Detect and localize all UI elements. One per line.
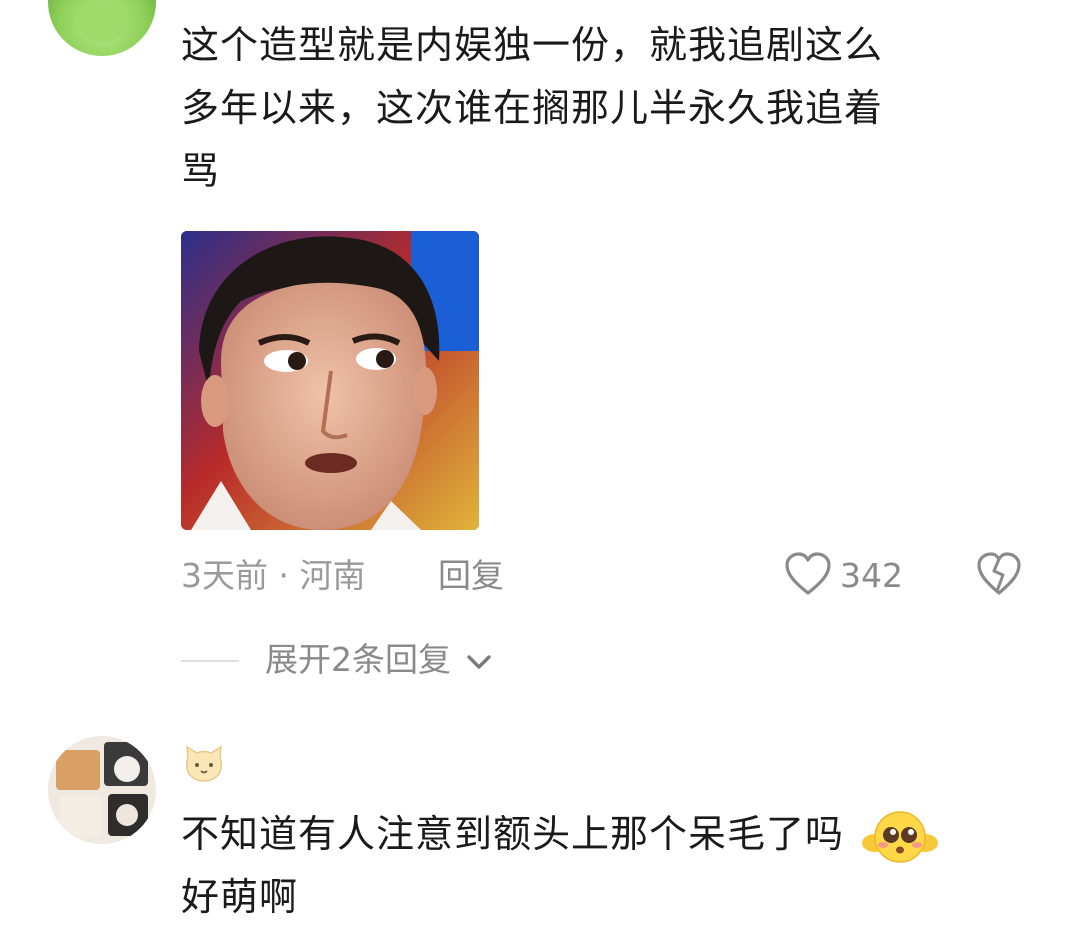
comment-line: 骂 — [181, 149, 221, 193]
comment-text: 不知道有人注意到额头上那个呆毛了吗 好萌啊 — [181, 803, 939, 929]
avatar[interactable] — [48, 736, 156, 844]
comment-text: 这个造型就是内娱独一份，就我追剧这么 多年以来，这次谁在搁那儿半永久我追着 骂 — [181, 14, 883, 203]
like-button[interactable] — [784, 551, 832, 597]
avatar-cat — [56, 750, 100, 790]
heart-icon — [785, 552, 831, 595]
comment-meta: 3天前 · 河南 — [181, 556, 366, 596]
avatar[interactable] — [48, 0, 156, 56]
comment-line: 多年以来，这次谁在搁那儿半永久我追着 — [181, 86, 884, 130]
meme-image[interactable] — [181, 231, 479, 530]
comment-line: 这个造型就是内娱独一份，就我追剧这么 — [181, 23, 884, 67]
expand-replies-button[interactable]: 展开2条回复 — [265, 640, 492, 680]
comment-time: 3天前 — [181, 556, 268, 595]
avatar-figure — [78, 2, 126, 42]
cat-face-icon — [183, 744, 225, 784]
expand-replies-label: 展开2条回复 — [265, 640, 451, 679]
reply-button[interactable]: 回复 — [438, 556, 504, 596]
dislike-button[interactable] — [976, 551, 1022, 597]
pleading-face-emoji — [862, 810, 939, 863]
broken-heart-icon — [977, 552, 1021, 595]
meme-face-drawing — [181, 231, 479, 530]
comment-line-text: 不知道有人注意到额头上那个呆毛了吗 — [181, 812, 845, 856]
avatar-cat — [116, 804, 138, 826]
meta-separator: · — [278, 556, 290, 595]
avatar-cat — [60, 796, 102, 836]
comment-location: 河南 — [299, 556, 366, 595]
chevron-down-icon — [466, 654, 491, 669]
like-count: 342 — [840, 556, 903, 595]
avatar-cat — [114, 756, 140, 782]
comment-line: 不知道有人注意到额头上那个呆毛了吗 — [181, 803, 939, 866]
comment-line: 好萌啊 — [181, 875, 299, 919]
expand-divider — [181, 660, 239, 662]
